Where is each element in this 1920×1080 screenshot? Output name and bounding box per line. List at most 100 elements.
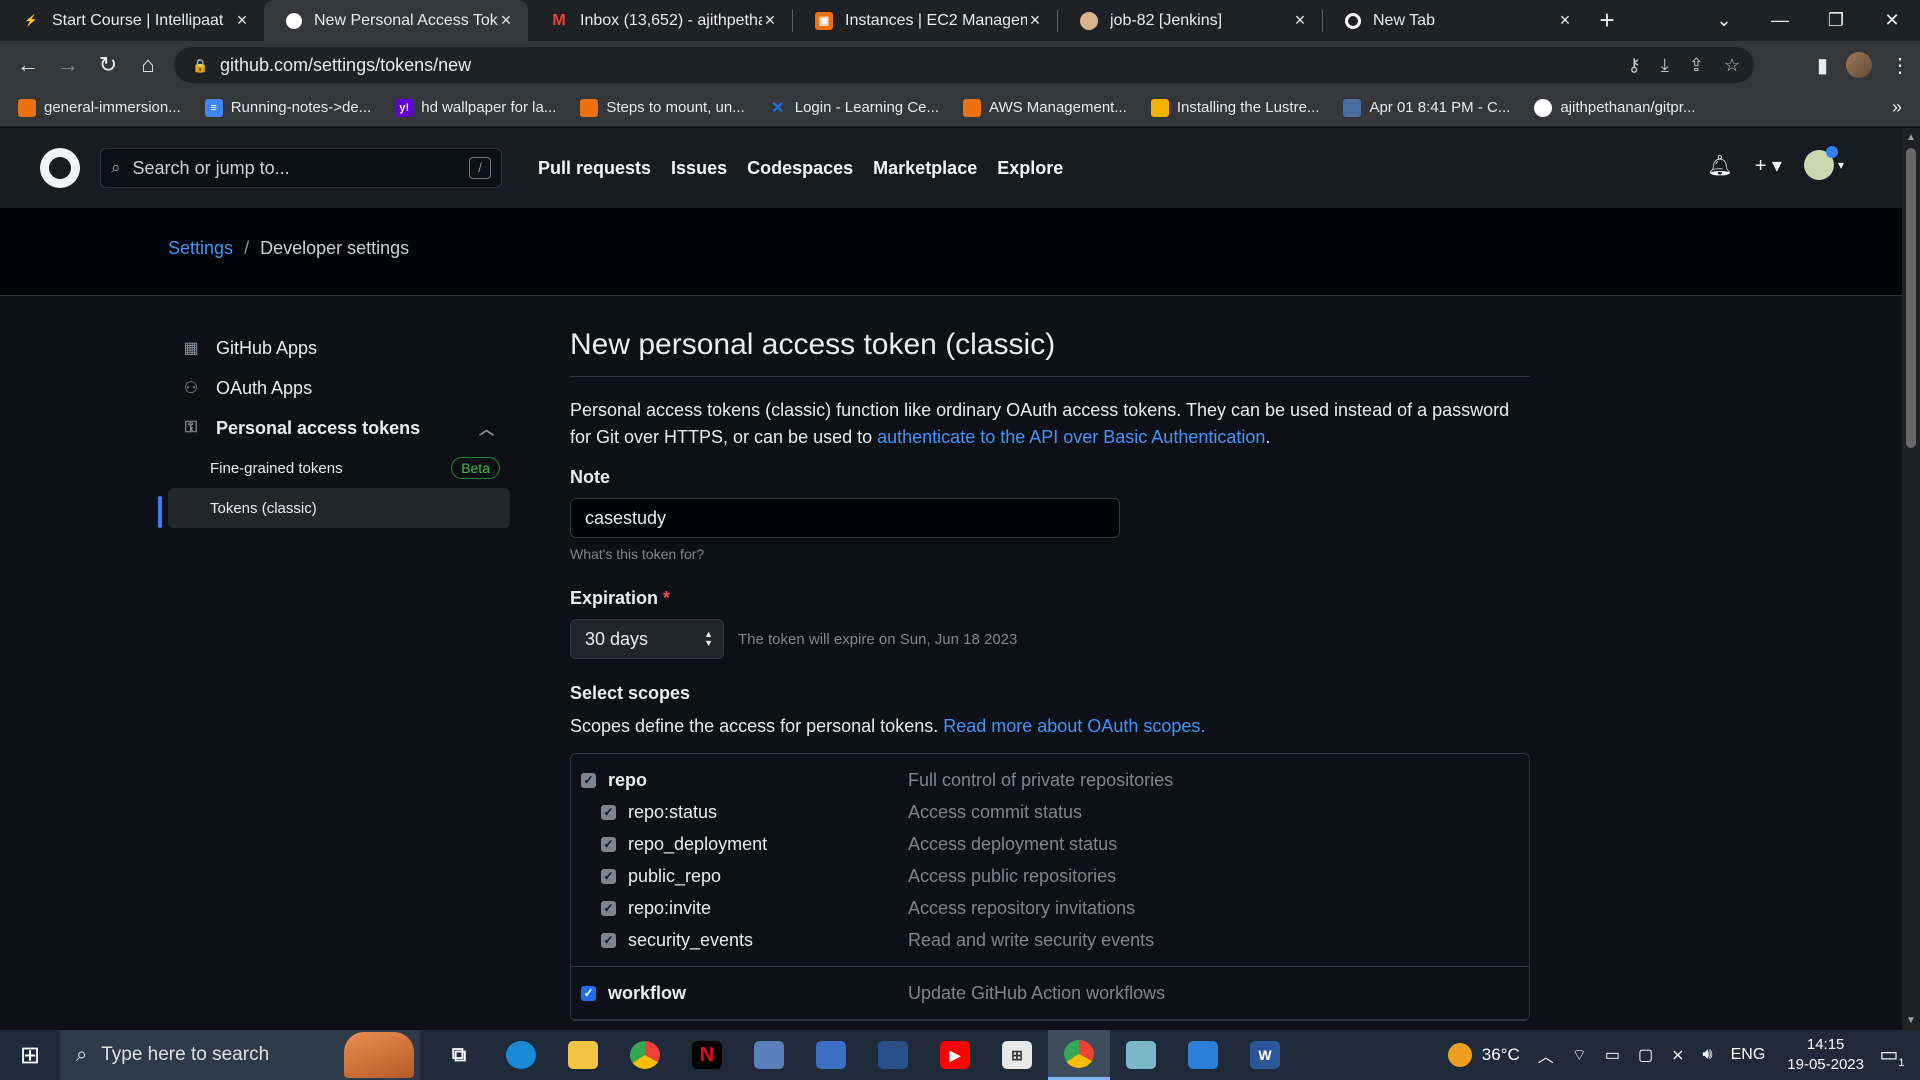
close-icon[interactable]: ×: [234, 10, 250, 31]
close-icon[interactable]: ×: [1027, 10, 1043, 31]
photos-button[interactable]: [1172, 1030, 1234, 1080]
nav-marketplace[interactable]: Marketplace: [873, 158, 977, 179]
scope-checkbox[interactable]: ✓: [601, 932, 616, 948]
netflix-button[interactable]: N: [676, 1030, 738, 1080]
word-button[interactable]: W: [1234, 1030, 1296, 1080]
notes-button[interactable]: [1110, 1030, 1172, 1080]
chevron-up-icon[interactable]: ︿: [479, 418, 494, 439]
battery-icon[interactable]: ▭: [1605, 1045, 1620, 1065]
basic-auth-link[interactable]: authenticate to the API over Basic Authe…: [877, 427, 1265, 447]
search-input[interactable]: ⌕ Search or jump to... /: [100, 148, 502, 188]
volume-icon[interactable]: 🔊︎: [1703, 1046, 1713, 1064]
sidebar-item-oauth-apps[interactable]: ⚇ OAuth Apps: [168, 368, 510, 408]
scrollbar-thumb[interactable]: [1906, 148, 1916, 448]
reload-icon[interactable]: ↻: [88, 52, 128, 78]
temperature[interactable]: 36°C: [1482, 1045, 1520, 1065]
breadcrumb-settings-link[interactable]: Settings: [168, 238, 233, 258]
bookmark-item[interactable]: ajithpethanan/gitpr...: [1534, 98, 1695, 117]
close-window-icon[interactable]: ✕: [1864, 10, 1920, 31]
store-button[interactable]: ⊞: [986, 1030, 1048, 1080]
terminal-app-button[interactable]: [862, 1030, 924, 1080]
taskbar-search[interactable]: ⌕ Type here to search: [60, 1030, 420, 1080]
bell-icon[interactable]: 🔔︎: [1707, 153, 1732, 178]
tab-gmail[interactable]: M Inbox (13,652) - ajithpethanan ×: [528, 0, 792, 41]
create-new-icon[interactable]: + ▾: [1755, 153, 1782, 178]
bookmark-item[interactable]: Steps to mount, un...: [580, 98, 745, 117]
scope-checkbox[interactable]: ✓: [581, 985, 596, 1001]
nav-pull-requests[interactable]: Pull requests: [538, 158, 651, 179]
edge-button[interactable]: [490, 1030, 552, 1080]
sidebar-item-github-apps[interactable]: ▦ GitHub Apps: [168, 328, 510, 368]
home-icon[interactable]: ⌂: [128, 52, 168, 78]
more-bookmarks-icon[interactable]: »: [1892, 97, 1902, 118]
restore-icon[interactable]: ❐: [1808, 10, 1864, 31]
forward-icon[interactable]: →: [48, 52, 88, 78]
windows-start-icon[interactable]: ⊞: [0, 1041, 60, 1070]
github-logo-icon[interactable]: [40, 148, 80, 188]
close-icon[interactable]: ×: [1292, 10, 1308, 31]
expiration-select[interactable]: 30 days ▲ ▼: [570, 619, 724, 659]
bookmark-item[interactable]: general-immersion...: [18, 98, 181, 117]
tab-github-token[interactable]: New Personal Access Token ×: [264, 0, 528, 41]
star-icon[interactable]: ☆: [1724, 55, 1740, 76]
bookmark-item[interactable]: ✕ Login - Learning Ce...: [769, 99, 939, 117]
tab-ec2[interactable]: ▣ Instances | EC2 Management ×: [793, 0, 1057, 41]
address-bar[interactable]: 🔒 github.com/settings/tokens/new ⚷ ⤓ ⇪ ☆: [174, 47, 1754, 83]
meet-icon[interactable]: ▢: [1638, 1045, 1653, 1065]
bookmark-item[interactable]: y! hd wallpaper for la...: [395, 98, 556, 117]
user-menu[interactable]: ▾: [1803, 146, 1844, 180]
page-scrollbar[interactable]: ▲ ▼: [1902, 128, 1920, 1030]
network-app-button[interactable]: [738, 1030, 800, 1080]
notification-icon[interactable]: ▭1: [1864, 1042, 1920, 1069]
weather-sun-icon[interactable]: [1447, 1043, 1472, 1067]
youtube-button[interactable]: ▶: [924, 1030, 986, 1080]
url-text[interactable]: github.com/settings/tokens/new: [220, 55, 471, 76]
wifi-icon[interactable]: ⌔: [1572, 1045, 1587, 1065]
scope-checkbox[interactable]: ✓: [601, 900, 616, 916]
scope-checkbox[interactable]: ✓: [581, 772, 596, 788]
back-icon[interactable]: ←: [8, 52, 48, 78]
note-field[interactable]: casestudy: [570, 498, 1120, 538]
chevron-up-icon[interactable]: ︿: [1538, 1043, 1554, 1067]
nav-codespaces[interactable]: Codespaces: [747, 158, 853, 179]
nav-issues[interactable]: Issues: [671, 158, 727, 179]
chevron-down-icon[interactable]: ⌄: [1696, 10, 1752, 31]
scope-checkbox[interactable]: ✓: [601, 868, 616, 884]
close-icon[interactable]: ×: [762, 10, 778, 31]
tab-newtab[interactable]: New Tab ×: [1323, 0, 1587, 41]
profile-avatar[interactable]: [1846, 52, 1872, 78]
nav-explore[interactable]: Explore: [997, 158, 1063, 179]
scroll-down-icon[interactable]: ▼: [1902, 1015, 1920, 1026]
network-off-icon[interactable]: ⨯: [1671, 1045, 1684, 1065]
menu-icon[interactable]: ⋮: [1890, 53, 1910, 78]
oauth-scopes-link[interactable]: Read more about OAuth scopes.: [943, 716, 1205, 736]
bookmark-item[interactable]: AWS Management...: [963, 98, 1127, 117]
close-icon[interactable]: ×: [1557, 10, 1573, 31]
chrome-active-button[interactable]: [1048, 1030, 1110, 1080]
bookmark-item[interactable]: ≡ Running-notes->de...: [204, 98, 371, 117]
sidebar-item-personal-access-tokens[interactable]: ⚿ Personal access tokens ︿: [168, 408, 510, 448]
tab-jenkins[interactable]: job-82 [Jenkins] ×: [1058, 0, 1322, 41]
scope-checkbox[interactable]: ✓: [601, 836, 616, 852]
close-icon[interactable]: ×: [498, 10, 514, 31]
side-panel-icon[interactable]: ▮: [1817, 53, 1828, 78]
scroll-up-icon[interactable]: ▲: [1902, 132, 1920, 143]
password-key-icon[interactable]: ⚷: [1628, 55, 1641, 76]
language-indicator[interactable]: ENG: [1731, 1046, 1766, 1064]
sidebar-item-fine-grained-tokens[interactable]: Fine-grained tokens Beta: [168, 448, 510, 488]
sidebar-item-tokens-classic[interactable]: Tokens (classic): [158, 488, 510, 528]
share-icon[interactable]: ⇪: [1689, 55, 1704, 76]
tab-intellipaat[interactable]: ⚡ Start Course | Intellipaat ×: [0, 0, 264, 41]
scope-checkbox[interactable]: ✓: [601, 804, 616, 820]
remote-desktop-button[interactable]: [800, 1030, 862, 1080]
chrome-button[interactable]: [614, 1030, 676, 1080]
task-view-button[interactable]: ⧉: [428, 1030, 490, 1080]
clock[interactable]: 14:15 19-05-2023: [1787, 1035, 1864, 1075]
minimize-icon[interactable]: —: [1752, 10, 1808, 31]
file-explorer-button[interactable]: [552, 1030, 614, 1080]
install-icon[interactable]: ⤓: [1661, 55, 1669, 76]
bookmark-item[interactable]: Apr 01 8:41 PM - C...: [1343, 98, 1510, 117]
new-tab-button[interactable]: +: [1587, 5, 1627, 36]
lock-icon[interactable]: 🔒: [192, 58, 208, 73]
bookmark-item[interactable]: Installing the Lustre...: [1150, 98, 1319, 117]
